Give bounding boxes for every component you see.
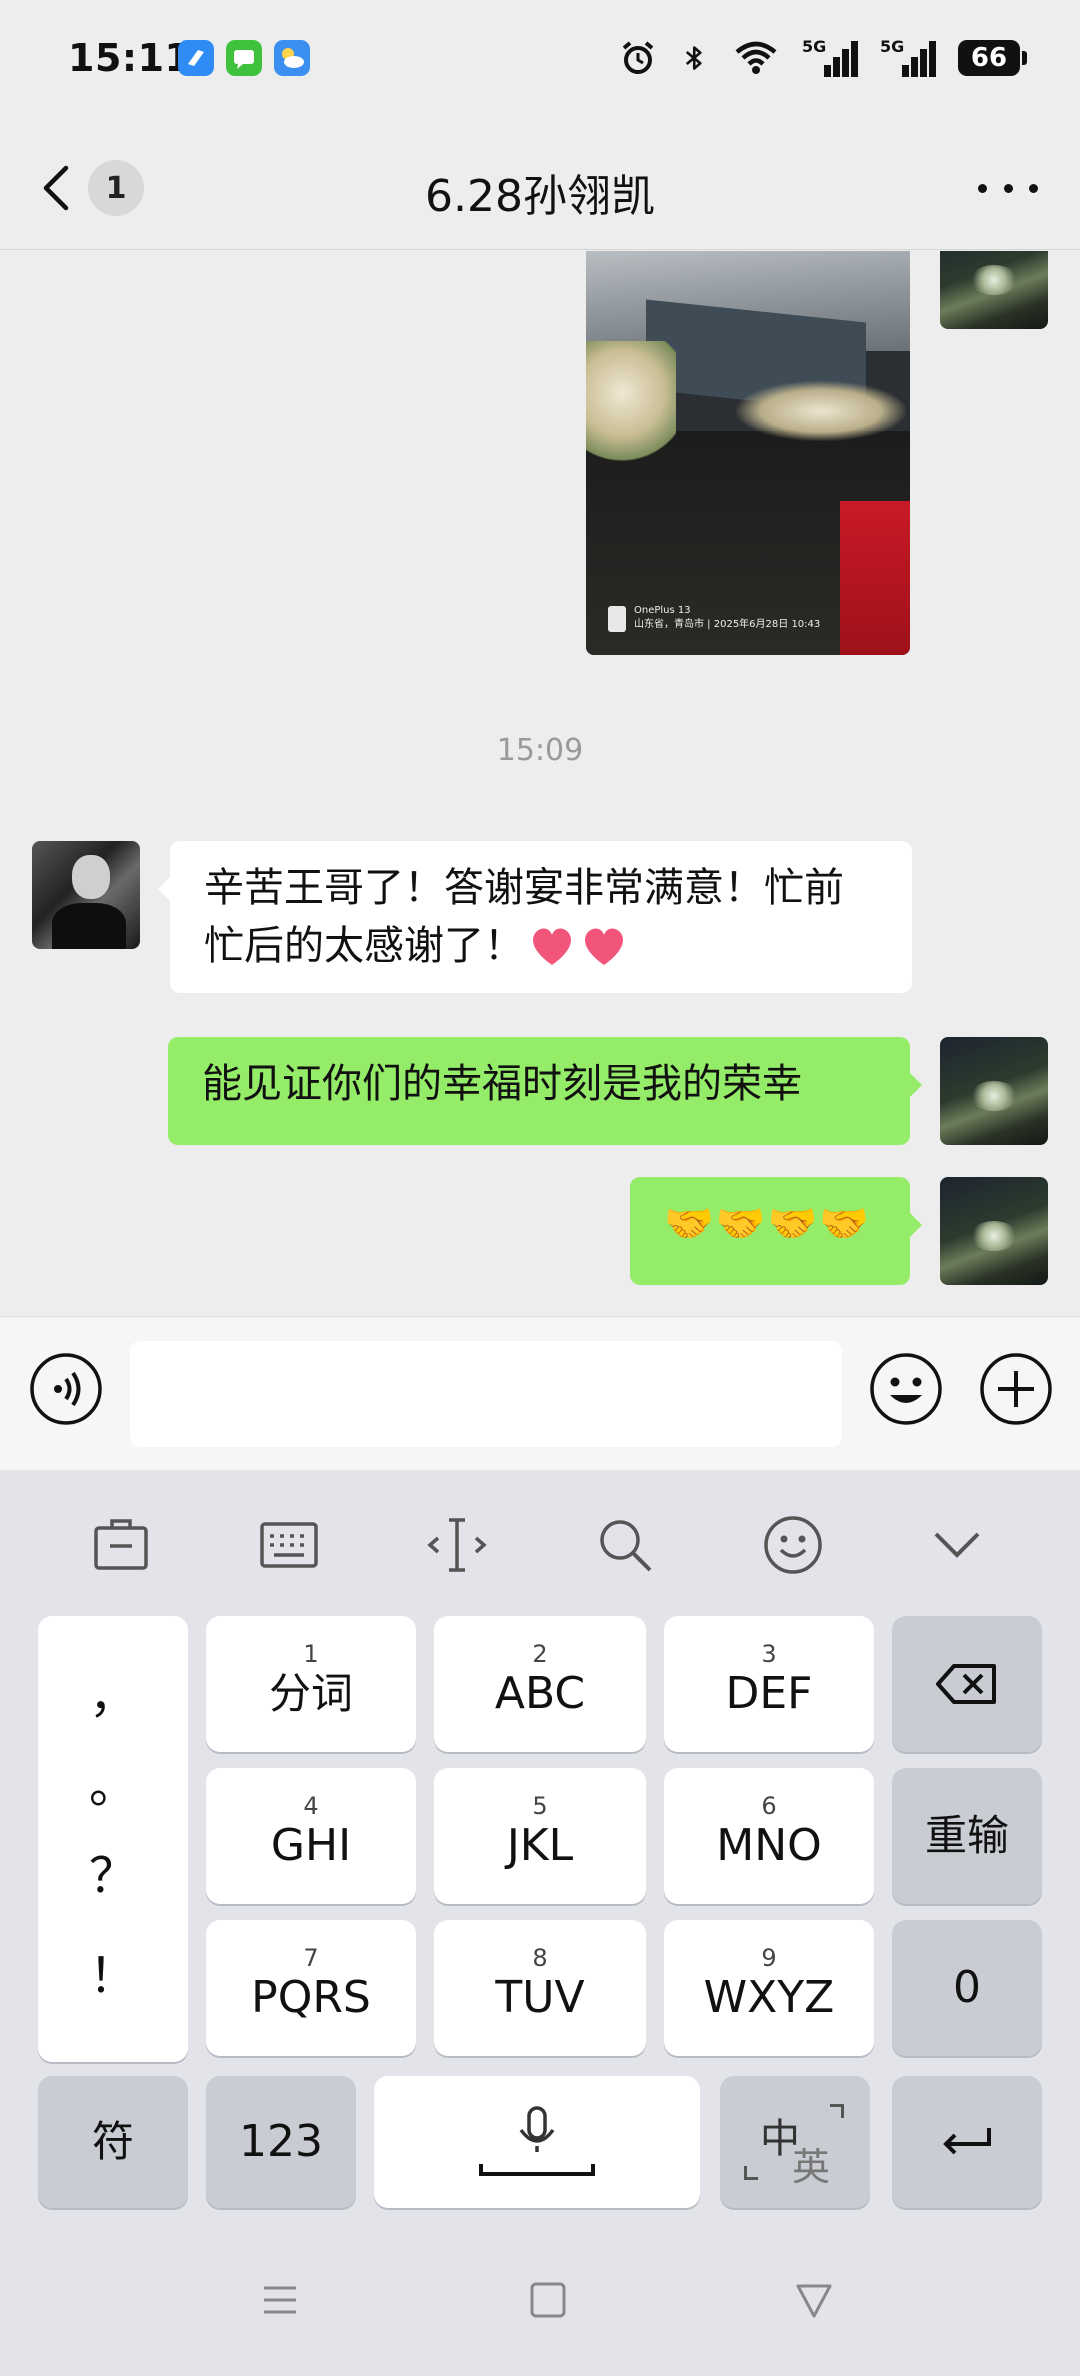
punctuation-period[interactable]: 。 xyxy=(38,1746,188,1816)
incoming-message[interactable]: 辛苦王哥了！答谢宴非常满意！忙前忙后的太感谢了！ xyxy=(158,841,912,993)
search-icon[interactable] xyxy=(592,1512,658,1578)
microphone-icon xyxy=(479,2106,595,2176)
status-bar: 15:11 5G 5G 66 xyxy=(0,0,1080,120)
key-9-wxyz[interactable]: 9 WXYZ xyxy=(664,1920,874,2056)
watermark-logo-icon xyxy=(608,606,626,632)
contact-avatar[interactable] xyxy=(32,841,140,949)
more-dot-icon xyxy=(1029,183,1038,193)
weather-icon xyxy=(274,40,310,76)
reinput-key[interactable]: 重输 xyxy=(892,1768,1042,1904)
keyboard-layout-icon[interactable] xyxy=(256,1512,322,1578)
message-text: 能见证你们的幸福时刻是我的荣幸 xyxy=(202,1061,802,1107)
key-4-ghi[interactable]: 4 GHI xyxy=(206,1768,416,1904)
bluetooth-icon xyxy=(685,46,702,70)
key-2-abc[interactable]: 2 ABC xyxy=(434,1616,646,1752)
symbols-key[interactable]: 符 xyxy=(38,2076,188,2208)
backspace-key[interactable] xyxy=(892,1616,1042,1752)
browser-icon xyxy=(178,40,214,76)
outgoing-message[interactable]: 能见证你们的幸福时刻是我的荣幸 xyxy=(168,1037,922,1145)
battery-level: 66 xyxy=(970,43,1008,73)
punctuation-exclamation[interactable]: ！ xyxy=(38,1936,188,2006)
messages-icon xyxy=(226,40,262,76)
outgoing-message[interactable]: 🤝🤝🤝🤝 xyxy=(630,1177,922,1285)
key-8-tuv[interactable]: 8 TUV xyxy=(434,1920,646,2056)
message-text: 辛苦王哥了！答谢宴非常满意！忙前忙后的太感谢了！ xyxy=(204,865,844,969)
backspace-icon xyxy=(936,1664,996,1704)
my-avatar[interactable] xyxy=(940,1037,1048,1145)
punctuation-panel[interactable]: ， 。 ？ ！ xyxy=(38,1616,188,2062)
more-options-button[interactable] xyxy=(978,178,1038,198)
message-text-input[interactable] xyxy=(130,1341,842,1447)
cursor-move-icon[interactable] xyxy=(424,1512,490,1578)
network-type-1: 5G xyxy=(802,37,827,56)
key-7-pqrs[interactable]: 7 PQRS xyxy=(206,1920,416,2056)
message-input-bar xyxy=(0,1316,1080,1470)
voice-input-icon[interactable] xyxy=(28,1351,104,1427)
chat-header: 1 6.28孙翎凯 xyxy=(0,120,1080,250)
status-time: 15:11 xyxy=(68,36,192,80)
my-avatar[interactable] xyxy=(940,251,1048,329)
more-functions-plus-icon[interactable] xyxy=(978,1351,1054,1427)
photo-watermark: OnePlus 13 山东省，青岛市 | 2025年6月28日 10:43 xyxy=(634,604,820,632)
numbers-key[interactable]: 123 xyxy=(206,2076,356,2208)
key-5-jkl[interactable]: 5 JKL xyxy=(434,1768,646,1904)
chat-title: 6.28孙翎凯 xyxy=(425,171,655,222)
space-voice-key[interactable] xyxy=(374,2076,700,2208)
keyboard-toolbar xyxy=(0,1470,1080,1610)
cellular-signal-1: 5G xyxy=(802,37,858,77)
punctuation-question[interactable]: ？ xyxy=(38,1836,188,1906)
nav-menu-icon[interactable] xyxy=(258,2278,302,2322)
enter-key[interactable] xyxy=(892,2076,1042,2208)
clipboard-icon[interactable] xyxy=(88,1512,154,1578)
alarm-icon xyxy=(622,41,654,74)
key-6-mno[interactable]: 6 MNO xyxy=(664,1768,874,1904)
chat-message-list[interactable]: OnePlus 13 山东省，青岛市 | 2025年6月28日 10:43 15… xyxy=(0,251,1080,1315)
collapse-keyboard-chevron-down-icon[interactable] xyxy=(924,1512,990,1578)
heart-emoji-icon xyxy=(585,928,623,965)
language-switch-key[interactable]: 中 英 xyxy=(720,2076,870,2208)
enter-return-icon xyxy=(943,2128,991,2155)
system-navigation-bar xyxy=(0,2222,1080,2376)
emoji-picker-icon[interactable] xyxy=(868,1351,944,1427)
more-dot-icon xyxy=(1003,183,1013,193)
lang-en-label: 英 xyxy=(792,2145,831,2189)
key-0[interactable]: 0 xyxy=(892,1920,1042,2056)
emoji-icon[interactable] xyxy=(760,1512,826,1578)
nav-home-icon[interactable] xyxy=(526,2278,570,2322)
network-type-2: 5G xyxy=(880,37,905,56)
my-avatar[interactable] xyxy=(940,1177,1048,1285)
watermark-info: 山东省，青岛市 | 2025年6月28日 10:43 xyxy=(634,619,821,630)
more-dot-icon xyxy=(978,183,987,193)
punctuation-comma[interactable]: ， xyxy=(38,1656,188,1726)
key-1-segment[interactable]: 1 分词 xyxy=(206,1616,416,1752)
photo-message[interactable]: OnePlus 13 山东省，青岛市 | 2025年6月28日 10:43 xyxy=(586,251,910,655)
key-3-def[interactable]: 3 DEF xyxy=(664,1616,874,1752)
heart-emoji-icon xyxy=(533,928,571,965)
handshake-emoji-text: 🤝🤝🤝🤝 xyxy=(664,1201,872,1247)
battery-indicator: 66 xyxy=(958,40,1027,76)
wifi-icon xyxy=(735,41,777,74)
cellular-signal-2: 5G xyxy=(880,37,936,77)
nav-back-icon[interactable] xyxy=(792,2278,836,2322)
watermark-device: OnePlus 13 xyxy=(634,605,691,616)
time-divider: 15:09 xyxy=(496,733,584,768)
